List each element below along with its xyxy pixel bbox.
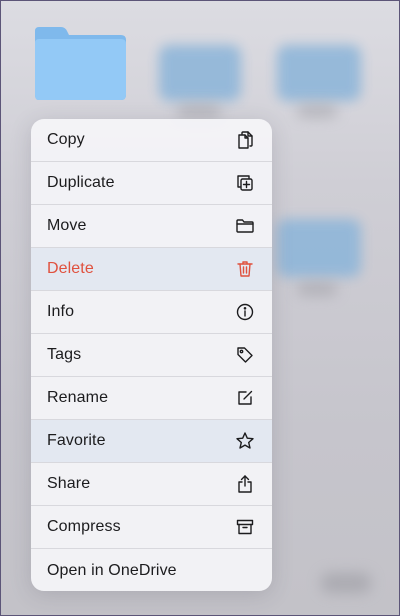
blurred-folder-1 [159, 45, 241, 101]
info-icon [234, 301, 256, 323]
blurred-item-bottom [321, 573, 371, 593]
duplicate-icon [234, 172, 256, 194]
folder-icon [234, 215, 256, 237]
context-menu: Copy Duplicate Move Delete Info Tags Ren… [31, 119, 272, 591]
menu-item-open-in-onedrive[interactable]: Open in OneDrive [31, 549, 272, 591]
menu-item-label: Info [47, 303, 75, 320]
menu-item-label: Share [47, 475, 91, 492]
menu-item-label: Copy [47, 131, 85, 148]
blurred-folder-label-1 [177, 105, 221, 117]
menu-item-rename[interactable]: Rename [31, 377, 272, 420]
menu-item-label: Tags [47, 346, 82, 363]
menu-item-info[interactable]: Info [31, 291, 272, 334]
menu-item-label: Compress [47, 518, 121, 535]
menu-item-label: Duplicate [47, 174, 115, 191]
menu-item-favorite[interactable]: Favorite [31, 420, 272, 463]
tag-icon [234, 344, 256, 366]
blurred-folder-label-3 [297, 283, 337, 295]
menu-item-duplicate[interactable]: Duplicate [31, 162, 272, 205]
selected-folder-icon [31, 25, 128, 101]
share-icon [234, 473, 256, 495]
menu-item-copy[interactable]: Copy [31, 119, 272, 162]
menu-item-share[interactable]: Share [31, 463, 272, 506]
menu-item-label: Open in OneDrive [47, 562, 177, 579]
blurred-folder-label-2 [297, 105, 337, 117]
menu-item-compress[interactable]: Compress [31, 506, 272, 549]
rename-icon [234, 387, 256, 409]
menu-item-label: Rename [47, 389, 109, 406]
menu-item-tags[interactable]: Tags [31, 334, 272, 377]
menu-item-label: Move [47, 217, 87, 234]
menu-item-move[interactable]: Move [31, 205, 272, 248]
blurred-folder-3 [277, 219, 361, 277]
copy-icon [234, 129, 256, 151]
trash-icon [234, 258, 256, 280]
screen-background: Copy Duplicate Move Delete Info Tags Ren… [0, 0, 400, 616]
blurred-folder-2 [277, 45, 361, 101]
menu-item-label: Delete [47, 260, 94, 277]
archive-icon [234, 516, 256, 538]
star-icon [234, 430, 256, 452]
menu-item-delete[interactable]: Delete [31, 248, 272, 291]
menu-item-label: Favorite [47, 432, 106, 449]
